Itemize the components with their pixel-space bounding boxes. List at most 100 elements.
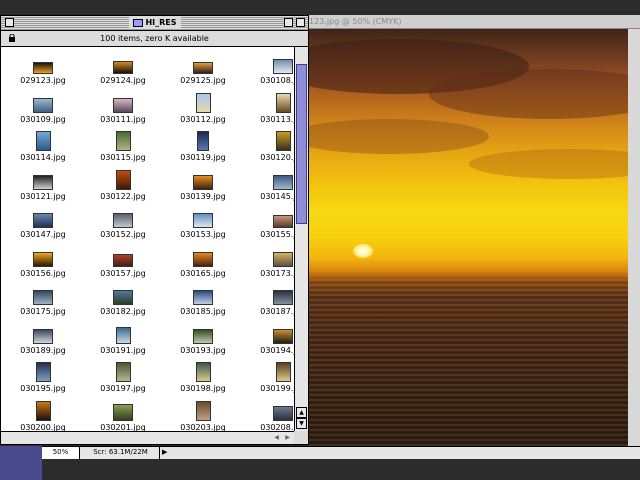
- file-item[interactable]: 030193.jpg: [163, 324, 243, 363]
- file-name[interactable]: 030139.jpg: [180, 192, 225, 201]
- file-name[interactable]: 030120.jpg: [260, 153, 294, 162]
- scroll-up-arrow[interactable]: ▲: [296, 407, 307, 418]
- file-item[interactable]: 030203.jpg: [163, 400, 243, 432]
- file-thumbnail-icon[interactable]: [33, 328, 53, 344]
- file-name[interactable]: 030208.jpg: [260, 423, 294, 432]
- file-item[interactable]: 030113.jpg: [243, 92, 294, 132]
- file-name[interactable]: 030173.jpg: [260, 269, 294, 278]
- file-name[interactable]: 030195.jpg: [20, 384, 65, 393]
- file-thumbnail-icon[interactable]: [273, 59, 293, 74]
- file-item[interactable]: 030165.jpg: [163, 247, 243, 286]
- file-name[interactable]: 030175.jpg: [20, 307, 65, 316]
- file-item[interactable]: 030182.jpg: [83, 285, 163, 324]
- file-item[interactable]: 029125.jpg: [163, 54, 243, 93]
- file-thumbnail-icon[interactable]: [113, 253, 133, 267]
- file-name[interactable]: 030198.jpg: [180, 384, 225, 393]
- file-name[interactable]: 030113.jpg: [260, 115, 294, 124]
- file-name[interactable]: 029123.jpg: [20, 76, 65, 85]
- file-name[interactable]: 030193.jpg: [180, 346, 225, 355]
- file-thumbnail-icon[interactable]: [35, 400, 51, 421]
- file-name[interactable]: 030156.jpg: [20, 269, 65, 278]
- file-thumbnail-icon[interactable]: [33, 251, 53, 267]
- file-name[interactable]: 030203.jpg: [180, 423, 225, 432]
- file-thumbnail-icon[interactable]: [193, 328, 213, 344]
- file-item[interactable]: 030122.jpg: [83, 169, 163, 209]
- zoom-level-field[interactable]: 50%: [42, 447, 80, 459]
- file-item[interactable]: 029123.jpg: [3, 54, 83, 93]
- close-box[interactable]: [5, 18, 14, 27]
- file-item[interactable]: 030173.jpg: [243, 247, 294, 286]
- file-name[interactable]: 030185.jpg: [180, 307, 225, 316]
- file-thumbnail-icon[interactable]: [273, 174, 293, 190]
- zoom-box[interactable]: [284, 18, 293, 27]
- file-name[interactable]: 030197.jpg: [100, 384, 145, 393]
- file-name[interactable]: 029125.jpg: [180, 76, 225, 85]
- file-thumbnail-icon[interactable]: [273, 290, 293, 305]
- file-item[interactable]: 030199.jpg: [243, 362, 294, 401]
- file-item[interactable]: 030185.jpg: [163, 285, 243, 324]
- file-thumbnail-icon[interactable]: [115, 326, 131, 344]
- file-thumbnail-icon[interactable]: [275, 362, 291, 382]
- file-thumbnail-icon[interactable]: [33, 213, 53, 228]
- file-thumbnail-icon[interactable]: [273, 251, 293, 267]
- finder-titlebar[interactable]: HI_RES: [1, 16, 308, 31]
- vertical-scrollbar[interactable]: ▲ ▼: [294, 47, 308, 431]
- file-thumbnail-icon[interactable]: [193, 290, 213, 305]
- file-name[interactable]: 030119.jpg: [180, 153, 225, 162]
- file-thumbnail-icon[interactable]: [115, 131, 131, 151]
- file-item[interactable]: 029124.jpg: [83, 54, 163, 93]
- file-thumbnail-icon[interactable]: [195, 362, 211, 382]
- file-item[interactable]: 030201.jpg: [83, 401, 163, 432]
- file-thumbnail-icon[interactable]: [193, 174, 213, 190]
- file-item[interactable]: 030197.jpg: [83, 362, 163, 401]
- file-thumbnail-icon[interactable]: [35, 362, 51, 382]
- file-item[interactable]: 030145.jpg: [243, 170, 294, 209]
- file-item[interactable]: 030195.jpg: [3, 362, 83, 401]
- file-thumbnail-icon[interactable]: [33, 97, 53, 113]
- file-item[interactable]: 030114.jpg: [3, 131, 83, 170]
- status-menu-arrow-icon[interactable]: ▶: [162, 447, 170, 459]
- file-thumbnail-icon[interactable]: [197, 131, 209, 151]
- file-name[interactable]: 030108.jpg: [260, 76, 294, 85]
- file-name[interactable]: 030199.jpg: [260, 384, 294, 393]
- file-name[interactable]: 030145.jpg: [260, 192, 294, 201]
- scroll-left-arrow[interactable]: ◀: [271, 433, 282, 443]
- file-thumbnail-icon[interactable]: [115, 362, 131, 382]
- file-name[interactable]: 030182.jpg: [100, 307, 145, 316]
- file-thumbnail-icon[interactable]: [113, 213, 133, 228]
- file-name[interactable]: 030201.jpg: [100, 423, 145, 432]
- file-name[interactable]: 030189.jpg: [20, 346, 65, 355]
- file-name[interactable]: 030155.jpg: [260, 230, 294, 239]
- file-item[interactable]: 030155.jpg: [243, 208, 294, 247]
- file-thumbnail-icon[interactable]: [273, 215, 293, 228]
- photo-window-title[interactable]: 123.jpg @ 50% (CMYK): [309, 15, 640, 29]
- file-item[interactable]: 030120.jpg: [243, 131, 294, 170]
- scroll-thumb[interactable]: [296, 64, 307, 224]
- file-name[interactable]: 030115.jpg: [100, 153, 145, 162]
- file-name[interactable]: 030112.jpg: [180, 115, 225, 124]
- file-item[interactable]: 030108.jpg: [243, 54, 294, 93]
- scroll-right-arrow[interactable]: ▶: [282, 433, 293, 443]
- file-thumbnail-icon[interactable]: [115, 169, 131, 190]
- file-thumbnail-icon[interactable]: [33, 290, 53, 305]
- file-name[interactable]: 030122.jpg: [100, 192, 145, 201]
- file-thumbnail-icon[interactable]: [275, 92, 291, 113]
- file-item[interactable]: 030121.jpg: [3, 170, 83, 209]
- file-thumbnail-icon[interactable]: [33, 62, 53, 74]
- file-item[interactable]: 030157.jpg: [83, 247, 163, 286]
- file-thumbnail-icon[interactable]: [273, 405, 293, 421]
- file-item[interactable]: 030111.jpg: [83, 93, 163, 132]
- file-name[interactable]: 030109.jpg: [20, 115, 65, 124]
- file-item[interactable]: 030175.jpg: [3, 285, 83, 324]
- file-name[interactable]: 030121.jpg: [20, 192, 65, 201]
- file-thumbnail-icon[interactable]: [113, 61, 133, 74]
- file-item[interactable]: 030112.jpg: [163, 92, 243, 132]
- file-thumbnail-icon[interactable]: [195, 92, 211, 113]
- file-thumbnail-icon[interactable]: [113, 290, 133, 305]
- file-name[interactable]: 030191.jpg: [100, 346, 145, 355]
- file-item[interactable]: 030187.jpg: [243, 285, 294, 324]
- file-thumbnail-icon[interactable]: [273, 328, 293, 344]
- file-item[interactable]: 030115.jpg: [83, 131, 163, 170]
- file-name[interactable]: 030114.jpg: [20, 153, 65, 162]
- file-item[interactable]: 030156.jpg: [3, 247, 83, 286]
